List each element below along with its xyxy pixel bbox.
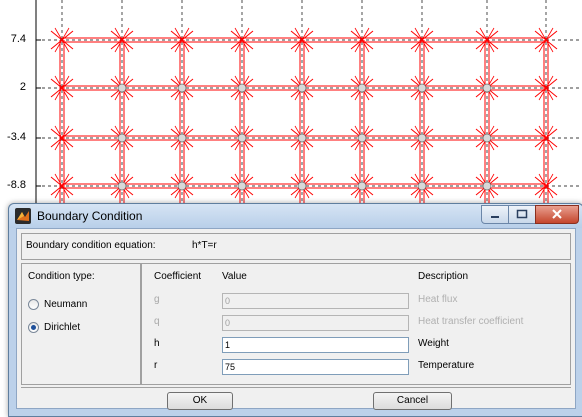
close-button[interactable] bbox=[535, 205, 579, 224]
equation-label: Boundary condition equation: bbox=[26, 240, 156, 251]
node-circle bbox=[357, 133, 367, 143]
condition-type-label: Condition type: bbox=[28, 271, 95, 282]
maximize-button[interactable] bbox=[508, 205, 536, 224]
coef-r-label: r bbox=[154, 360, 158, 371]
node-circle bbox=[117, 83, 127, 93]
close-icon bbox=[552, 209, 562, 219]
node-circle bbox=[297, 133, 307, 143]
coefficients-panel: Coefficient Value Description g 0 Heat f… bbox=[141, 263, 571, 385]
coef-q-input[interactable]: 0 bbox=[222, 315, 409, 331]
y-tick-label: -8.8 bbox=[7, 179, 26, 191]
node-circle bbox=[237, 133, 247, 143]
matlab-icon bbox=[15, 208, 31, 224]
minimize-icon bbox=[491, 216, 499, 218]
y-tick-label: 7.4 bbox=[10, 33, 26, 45]
node-circle bbox=[237, 83, 247, 93]
node-circle bbox=[357, 181, 367, 191]
y-tick-label: 2 bbox=[19, 81, 26, 93]
node-circle bbox=[177, 83, 187, 93]
condition-type-panel: Condition type: Neumann Dirichlet bbox=[21, 263, 141, 385]
equation-panel: Boundary condition equation: h*T=r bbox=[21, 233, 571, 260]
coefficient-header: Coefficient bbox=[154, 271, 202, 282]
coef-r-input[interactable]: 75 bbox=[222, 359, 409, 375]
coef-q-label: q bbox=[154, 316, 160, 327]
boundary-condition-dialog: Boundary Condition Boundary condition eq… bbox=[8, 203, 582, 417]
coef-q-description: Heat transfer coefficient bbox=[418, 316, 524, 327]
dialog-title: Boundary Condition bbox=[37, 209, 143, 223]
coef-h-description: Weight bbox=[418, 338, 449, 349]
coef-g-input[interactable]: 0 bbox=[222, 293, 409, 309]
equation-value: h*T=r bbox=[192, 240, 217, 251]
coef-g-label: g bbox=[154, 294, 160, 305]
dialog-button-bar: OK Cancel bbox=[21, 387, 571, 410]
coef-h-label: h bbox=[154, 338, 160, 349]
node-circle bbox=[177, 181, 187, 191]
radio-neumann-indicator[interactable] bbox=[28, 299, 39, 310]
coef-r-description: Temperature bbox=[418, 360, 475, 371]
node-circle bbox=[117, 181, 127, 191]
radio-dirichlet-indicator[interactable] bbox=[28, 322, 39, 333]
description-header: Description bbox=[418, 271, 469, 282]
radio-dirichlet-label: Dirichlet bbox=[44, 322, 81, 333]
node-circle bbox=[417, 133, 427, 143]
value-header: Value bbox=[222, 271, 247, 282]
coef-h-input[interactable]: 1 bbox=[222, 337, 409, 353]
radio-dirichlet[interactable]: Dirichlet bbox=[28, 322, 80, 333]
minimize-button[interactable] bbox=[481, 205, 509, 224]
ok-button[interactable]: OK bbox=[167, 392, 233, 410]
node-circle bbox=[117, 133, 127, 143]
node-circle bbox=[482, 83, 492, 93]
window-controls bbox=[481, 205, 579, 224]
node-circle bbox=[482, 133, 492, 143]
node-circle bbox=[417, 181, 427, 191]
radio-neumann[interactable]: Neumann bbox=[28, 299, 87, 310]
dialog-titlebar[interactable]: Boundary Condition bbox=[9, 204, 582, 228]
y-tick-label: -3.4 bbox=[7, 131, 26, 143]
node-circle bbox=[482, 181, 492, 191]
maximize-icon bbox=[516, 209, 528, 219]
node-circle bbox=[237, 181, 247, 191]
node-circle bbox=[177, 133, 187, 143]
coef-g-description: Heat flux bbox=[418, 294, 458, 305]
node-circle bbox=[297, 83, 307, 93]
dialog-content: Boundary condition equation: h*T=r Condi… bbox=[16, 228, 576, 410]
node-circle bbox=[297, 181, 307, 191]
node-circle bbox=[357, 83, 367, 93]
radio-neumann-label: Neumann bbox=[44, 299, 88, 310]
cancel-button[interactable]: Cancel bbox=[373, 392, 452, 410]
node-circle bbox=[417, 83, 427, 93]
